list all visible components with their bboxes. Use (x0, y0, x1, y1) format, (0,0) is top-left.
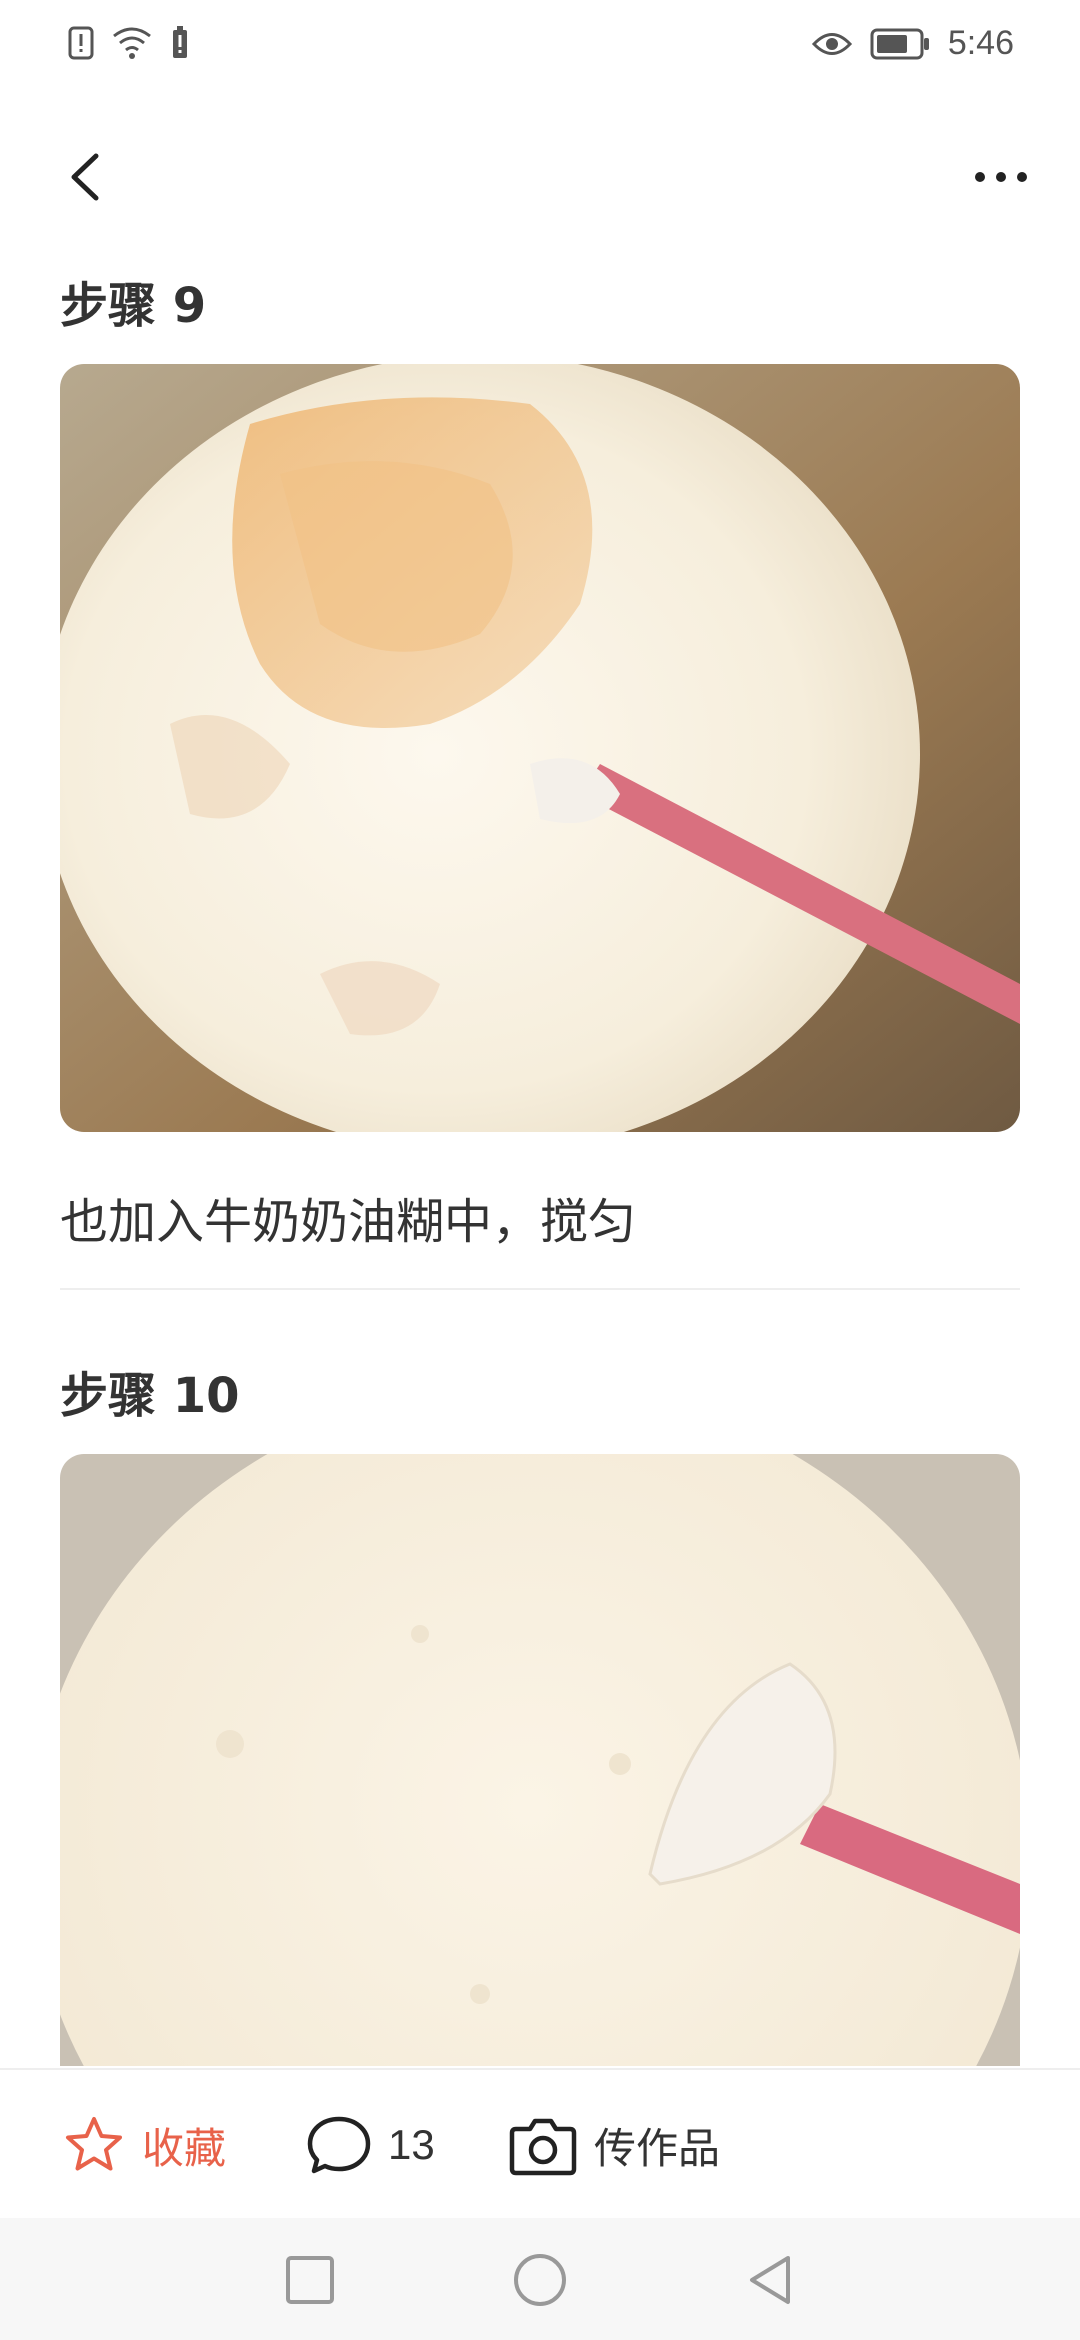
upload-work-button[interactable]: 传作品 (508, 2070, 720, 2220)
step-description: 也加入牛奶奶油糊中，搅匀 (60, 1194, 637, 1250)
star-icon (66, 2117, 122, 2171)
favorite-button[interactable]: 收藏 (62, 2070, 226, 2220)
favorite-label: 收藏 (142, 2123, 227, 2173)
battery-alert-icon (173, 26, 187, 58)
system-nav-bar (0, 2218, 1080, 2340)
sim-alert-icon (68, 26, 94, 60)
step-title: 步骤 10 (60, 1368, 240, 1424)
step-title: 步骤 9 (60, 278, 207, 334)
battery-icon (870, 28, 929, 59)
top-nav-bar (0, 120, 1080, 230)
step-image[interactable] (60, 1454, 1020, 2066)
back-icon[interactable] (52, 142, 122, 212)
divider (60, 1288, 1020, 1290)
step-image[interactable] (60, 364, 1020, 1132)
step-9-photo (60, 364, 1020, 1132)
comment-bubble-icon (307, 2116, 371, 2174)
back-nav-icon[interactable] (740, 2250, 800, 2310)
camera-icon (509, 2118, 577, 2176)
status-left-icons (68, 26, 190, 60)
recent-apps-icon[interactable] (280, 2250, 340, 2310)
recipe-steps-content[interactable]: 步骤 9 也加入牛奶奶油糊中，搅匀 步骤 10 (0, 230, 1080, 2066)
wifi-icon (113, 27, 151, 59)
status-bar: 5:46 (0, 0, 1080, 90)
eye-icon (811, 32, 852, 55)
upload-work-label: 传作品 (594, 2123, 721, 2173)
status-right-icons: 5:46 (811, 24, 1014, 63)
bottom-action-bar: 收藏 13 传作品 (0, 2068, 1080, 2220)
more-options-icon[interactable] (966, 142, 1036, 212)
home-icon[interactable] (510, 2250, 570, 2310)
step-10-photo (60, 1454, 1020, 2066)
comment-count: 13 (388, 2121, 435, 2168)
status-time: 5:46 (947, 24, 1014, 62)
comment-button[interactable]: 13 (306, 2070, 435, 2220)
